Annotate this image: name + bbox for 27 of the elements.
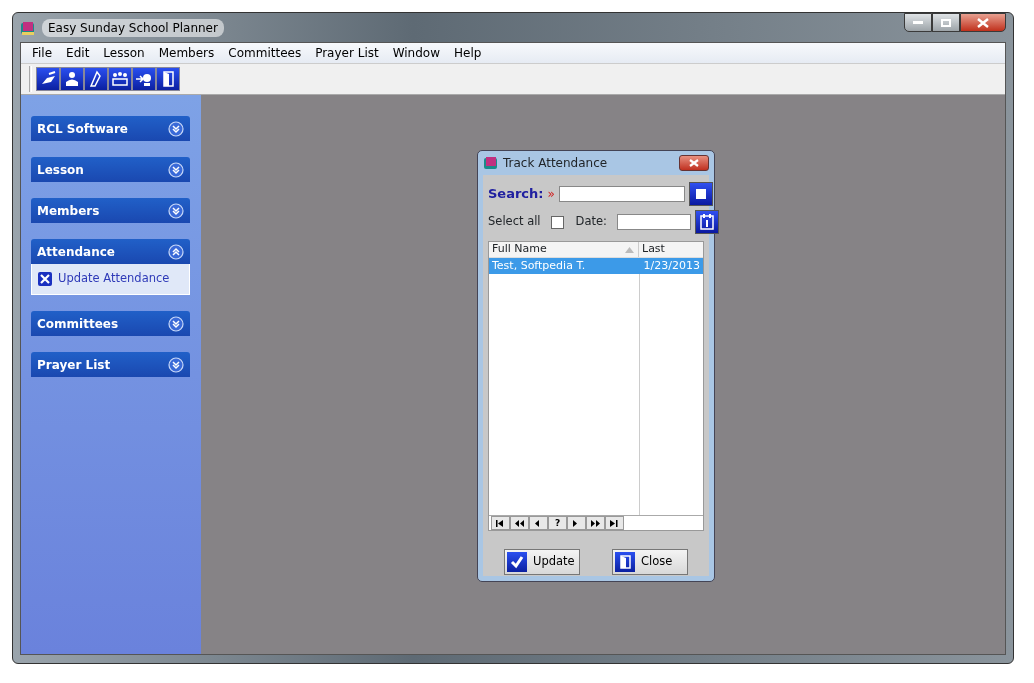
menu-item[interactable]: Lesson [96,44,152,62]
column-header[interactable]: Last [639,242,703,257]
required-marker: » [547,186,555,203]
select-all-label: Select all [488,213,541,231]
sidebar-group-header[interactable]: Lesson [31,157,190,182]
menu-item[interactable]: Window [385,44,447,62]
sidebar-group-header[interactable]: RCL Software [31,116,190,141]
sidebar-group-header[interactable]: Committees [31,311,190,337]
date-label: Date: [575,213,607,231]
sidebar-group-header[interactable]: Members [31,198,190,223]
sidebar-group-header[interactable]: Prayer List [31,352,190,378]
search-label: Search: [488,185,544,204]
navigator-button[interactable]: ? [548,516,567,530]
column-header[interactable]: Full Name [489,242,639,257]
sidebar-group-header[interactable]: Attendance [31,239,190,264]
table-cell-text: Test, Softpedia T. [491,258,587,274]
close-button[interactable]: Close [612,549,688,575]
menu-item[interactable]: Committees [221,44,309,62]
window-title: Easy Sunday School Planner [42,18,224,37]
menu-item[interactable]: Edit [59,44,97,62]
dialog-title: Track Attendance [503,155,608,172]
menu-item[interactable]: Help [447,44,489,62]
menu-item[interactable]: Members [151,44,222,62]
update-button[interactable]: Update [504,549,580,575]
table-cell-text: 1/23/2013 [642,258,701,274]
menu-item[interactable]: File [25,44,60,62]
menu-item[interactable]: Prayer List [308,44,386,62]
